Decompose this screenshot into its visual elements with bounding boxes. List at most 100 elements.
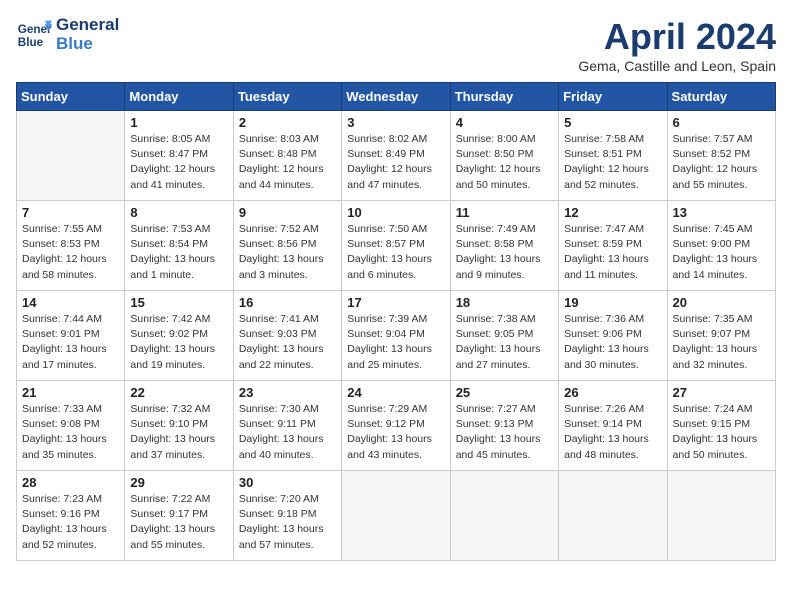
day-info: Sunrise: 8:02 AM Sunset: 8:49 PM Dayligh…: [347, 132, 444, 193]
day-info: Sunrise: 7:52 AM Sunset: 8:56 PM Dayligh…: [239, 222, 336, 283]
day-number: 21: [22, 385, 119, 400]
day-cell: 19 Sunrise: 7:36 AM Sunset: 9:06 PM Dayl…: [559, 291, 667, 381]
day-number: 3: [347, 115, 444, 130]
day-cell: 2 Sunrise: 8:03 AM Sunset: 8:48 PM Dayli…: [233, 111, 341, 201]
col-header-friday: Friday: [559, 83, 667, 111]
day-info: Sunrise: 7:57 AM Sunset: 8:52 PM Dayligh…: [673, 132, 770, 193]
day-info: Sunrise: 7:27 AM Sunset: 9:13 PM Dayligh…: [456, 402, 553, 463]
logo-icon: General Blue: [16, 17, 52, 53]
day-info: Sunrise: 7:30 AM Sunset: 9:11 PM Dayligh…: [239, 402, 336, 463]
week-row-1: 1 Sunrise: 8:05 AM Sunset: 8:47 PM Dayli…: [17, 111, 776, 201]
day-cell: 20 Sunrise: 7:35 AM Sunset: 9:07 PM Dayl…: [667, 291, 775, 381]
day-info: Sunrise: 7:26 AM Sunset: 9:14 PM Dayligh…: [564, 402, 661, 463]
day-cell: 13 Sunrise: 7:45 AM Sunset: 9:00 PM Dayl…: [667, 201, 775, 291]
day-number: 13: [673, 205, 770, 220]
day-cell: 16 Sunrise: 7:41 AM Sunset: 9:03 PM Dayl…: [233, 291, 341, 381]
day-cell: 6 Sunrise: 7:57 AM Sunset: 8:52 PM Dayli…: [667, 111, 775, 201]
month-title: April 2024: [578, 16, 776, 58]
day-cell: 7 Sunrise: 7:55 AM Sunset: 8:53 PM Dayli…: [17, 201, 125, 291]
day-number: 22: [130, 385, 227, 400]
day-cell: 27 Sunrise: 7:24 AM Sunset: 9:15 PM Dayl…: [667, 381, 775, 471]
col-header-tuesday: Tuesday: [233, 83, 341, 111]
day-number: 4: [456, 115, 553, 130]
day-number: 9: [239, 205, 336, 220]
col-header-monday: Monday: [125, 83, 233, 111]
day-cell: 29 Sunrise: 7:22 AM Sunset: 9:17 PM Dayl…: [125, 471, 233, 561]
day-info: Sunrise: 7:55 AM Sunset: 8:53 PM Dayligh…: [22, 222, 119, 283]
day-number: 2: [239, 115, 336, 130]
day-info: Sunrise: 7:58 AM Sunset: 8:51 PM Dayligh…: [564, 132, 661, 193]
day-info: Sunrise: 7:22 AM Sunset: 9:17 PM Dayligh…: [130, 492, 227, 553]
day-info: Sunrise: 7:50 AM Sunset: 8:57 PM Dayligh…: [347, 222, 444, 283]
day-cell: 12 Sunrise: 7:47 AM Sunset: 8:59 PM Dayl…: [559, 201, 667, 291]
col-header-sunday: Sunday: [17, 83, 125, 111]
location: Gema, Castille and Leon, Spain: [578, 58, 776, 74]
day-cell: 10 Sunrise: 7:50 AM Sunset: 8:57 PM Dayl…: [342, 201, 450, 291]
title-area: April 2024 Gema, Castille and Leon, Spai…: [578, 16, 776, 74]
day-number: 23: [239, 385, 336, 400]
day-number: 1: [130, 115, 227, 130]
day-cell: 21 Sunrise: 7:33 AM Sunset: 9:08 PM Dayl…: [17, 381, 125, 471]
day-info: Sunrise: 7:38 AM Sunset: 9:05 PM Dayligh…: [456, 312, 553, 373]
day-info: Sunrise: 7:36 AM Sunset: 9:06 PM Dayligh…: [564, 312, 661, 373]
day-number: 29: [130, 475, 227, 490]
day-info: Sunrise: 8:00 AM Sunset: 8:50 PM Dayligh…: [456, 132, 553, 193]
day-cell: 11 Sunrise: 7:49 AM Sunset: 8:58 PM Dayl…: [450, 201, 558, 291]
day-info: Sunrise: 8:03 AM Sunset: 8:48 PM Dayligh…: [239, 132, 336, 193]
day-info: Sunrise: 7:29 AM Sunset: 9:12 PM Dayligh…: [347, 402, 444, 463]
day-number: 6: [673, 115, 770, 130]
col-header-saturday: Saturday: [667, 83, 775, 111]
week-row-4: 21 Sunrise: 7:33 AM Sunset: 9:08 PM Dayl…: [17, 381, 776, 471]
day-cell: 14 Sunrise: 7:44 AM Sunset: 9:01 PM Dayl…: [17, 291, 125, 381]
day-number: 28: [22, 475, 119, 490]
day-info: Sunrise: 7:41 AM Sunset: 9:03 PM Dayligh…: [239, 312, 336, 373]
day-cell: 4 Sunrise: 8:00 AM Sunset: 8:50 PM Dayli…: [450, 111, 558, 201]
logo-line2: Blue: [56, 35, 119, 54]
logo: General Blue General Blue: [16, 16, 119, 53]
day-number: 17: [347, 295, 444, 310]
day-number: 8: [130, 205, 227, 220]
day-cell: 30 Sunrise: 7:20 AM Sunset: 9:18 PM Dayl…: [233, 471, 341, 561]
day-info: Sunrise: 7:49 AM Sunset: 8:58 PM Dayligh…: [456, 222, 553, 283]
day-cell: 9 Sunrise: 7:52 AM Sunset: 8:56 PM Dayli…: [233, 201, 341, 291]
day-cell: 8 Sunrise: 7:53 AM Sunset: 8:54 PM Dayli…: [125, 201, 233, 291]
day-info: Sunrise: 7:39 AM Sunset: 9:04 PM Dayligh…: [347, 312, 444, 373]
day-number: 10: [347, 205, 444, 220]
day-cell: 5 Sunrise: 7:58 AM Sunset: 8:51 PM Dayli…: [559, 111, 667, 201]
day-cell: 3 Sunrise: 8:02 AM Sunset: 8:49 PM Dayli…: [342, 111, 450, 201]
day-number: 27: [673, 385, 770, 400]
day-cell: 22 Sunrise: 7:32 AM Sunset: 9:10 PM Dayl…: [125, 381, 233, 471]
day-number: 5: [564, 115, 661, 130]
day-number: 20: [673, 295, 770, 310]
day-cell: 25 Sunrise: 7:27 AM Sunset: 9:13 PM Dayl…: [450, 381, 558, 471]
day-number: 26: [564, 385, 661, 400]
day-info: Sunrise: 7:42 AM Sunset: 9:02 PM Dayligh…: [130, 312, 227, 373]
day-number: 30: [239, 475, 336, 490]
col-header-thursday: Thursday: [450, 83, 558, 111]
day-number: 24: [347, 385, 444, 400]
day-cell: 24 Sunrise: 7:29 AM Sunset: 9:12 PM Dayl…: [342, 381, 450, 471]
day-number: 7: [22, 205, 119, 220]
day-cell: [559, 471, 667, 561]
day-info: Sunrise: 7:35 AM Sunset: 9:07 PM Dayligh…: [673, 312, 770, 373]
svg-text:Blue: Blue: [18, 35, 44, 48]
day-cell: [667, 471, 775, 561]
day-info: Sunrise: 7:47 AM Sunset: 8:59 PM Dayligh…: [564, 222, 661, 283]
day-info: Sunrise: 7:45 AM Sunset: 9:00 PM Dayligh…: [673, 222, 770, 283]
day-number: 16: [239, 295, 336, 310]
day-number: 18: [456, 295, 553, 310]
logo-line1: General: [56, 16, 119, 35]
day-number: 11: [456, 205, 553, 220]
day-cell: 17 Sunrise: 7:39 AM Sunset: 9:04 PM Dayl…: [342, 291, 450, 381]
day-number: 15: [130, 295, 227, 310]
calendar-table: SundayMondayTuesdayWednesdayThursdayFrid…: [16, 82, 776, 561]
col-header-wednesday: Wednesday: [342, 83, 450, 111]
day-cell: 28 Sunrise: 7:23 AM Sunset: 9:16 PM Dayl…: [17, 471, 125, 561]
day-info: Sunrise: 8:05 AM Sunset: 8:47 PM Dayligh…: [130, 132, 227, 193]
day-info: Sunrise: 7:33 AM Sunset: 9:08 PM Dayligh…: [22, 402, 119, 463]
week-row-5: 28 Sunrise: 7:23 AM Sunset: 9:16 PM Dayl…: [17, 471, 776, 561]
week-row-3: 14 Sunrise: 7:44 AM Sunset: 9:01 PM Dayl…: [17, 291, 776, 381]
day-cell: [342, 471, 450, 561]
day-info: Sunrise: 7:24 AM Sunset: 9:15 PM Dayligh…: [673, 402, 770, 463]
calendar-header-row: SundayMondayTuesdayWednesdayThursdayFrid…: [17, 83, 776, 111]
